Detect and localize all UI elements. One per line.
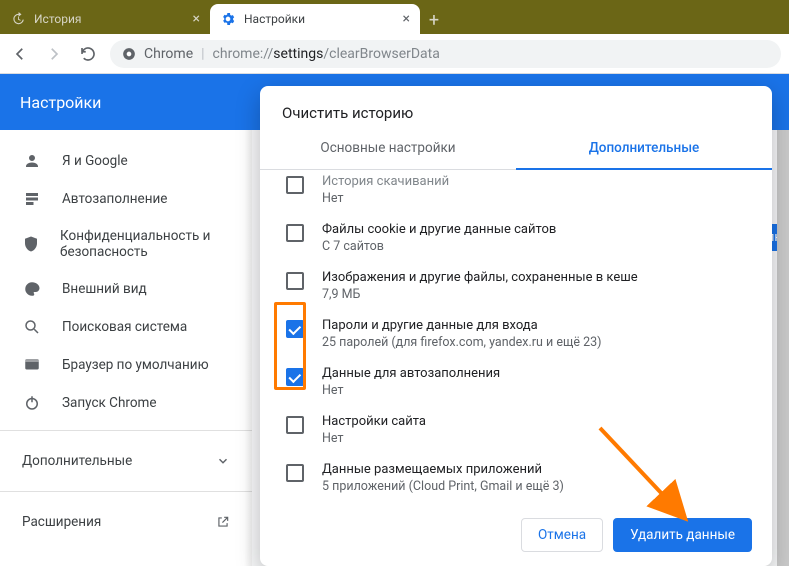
tabstrip: История × Настройки × + — [0, 0, 789, 34]
sidebar-item-search[interactable]: Поисковая система — [0, 308, 252, 346]
chevron-down-icon — [216, 454, 230, 468]
checkbox[interactable] — [286, 224, 304, 242]
checkbox[interactable] — [286, 416, 304, 434]
back-button[interactable] — [8, 42, 32, 66]
sidebar-item-label: Конфиденциальность и безопасность — [60, 228, 230, 260]
shield-icon — [22, 235, 40, 253]
dialog-footer: Отмена Удалить данные — [260, 504, 772, 566]
dialog-tabs: Основные настройки Дополнительные — [260, 128, 772, 170]
external-link-icon — [216, 515, 230, 529]
sidebar-item-privacy[interactable]: Конфиденциальность и безопасность — [0, 218, 252, 270]
sidebar-extensions[interactable]: Расширения — [0, 500, 252, 544]
option-site-settings[interactable]: Настройки сайта Нет — [280, 406, 752, 454]
tab-label: Настройки — [244, 12, 305, 26]
confirm-button[interactable]: Удалить данные — [613, 518, 752, 552]
option-sub: С 7 сайтов — [322, 239, 556, 254]
checkbox[interactable] — [286, 368, 304, 386]
option-sub: 7,9 МБ — [322, 287, 638, 302]
history-icon — [10, 11, 26, 27]
sidebar-item-label: Поисковая система — [62, 319, 187, 335]
sidebar-item-startup[interactable]: Запуск Chrome — [0, 384, 252, 422]
search-icon — [22, 318, 42, 336]
reload-button[interactable] — [76, 42, 100, 66]
browser-icon — [22, 356, 42, 374]
palette-icon — [22, 280, 42, 298]
close-icon[interactable]: × — [403, 11, 410, 27]
option-download-history[interactable]: История скачиваний Нет — [280, 170, 752, 214]
option-title: Данные размещаемых приложений — [322, 462, 564, 477]
sidebar: Я и Google Автозаполнение Конфиденциальн… — [0, 130, 252, 566]
sidebar-advanced-toggle[interactable]: Дополнительные — [0, 439, 252, 483]
cancel-button[interactable]: Отмена — [521, 518, 603, 552]
forward-button[interactable] — [42, 42, 66, 66]
sidebar-item-appearance[interactable]: Внешний вид — [0, 270, 252, 308]
option-passwords[interactable]: Пароли и другие данные для входа 25 паро… — [280, 310, 752, 358]
tab-label: История — [34, 12, 81, 26]
option-title: Пароли и другие данные для входа — [322, 318, 602, 333]
divider — [0, 491, 252, 492]
option-title: История скачиваний — [322, 174, 449, 189]
clear-data-dialog: Очистить историю Основные настройки Допо… — [260, 86, 772, 566]
new-tab-button[interactable]: + — [420, 6, 448, 34]
tab-settings[interactable]: Настройки × — [210, 4, 420, 34]
option-sub: 25 паролей (для firefox.com, yandex.ru и… — [322, 335, 602, 350]
dialog-title: Очистить историю — [260, 86, 772, 128]
option-sub: Нет — [322, 431, 426, 446]
power-icon — [22, 394, 42, 412]
tab-history[interactable]: История × — [0, 4, 210, 34]
sidebar-item-label: Я и Google — [62, 153, 128, 169]
divider — [0, 430, 252, 431]
sidebar-item-label: Запуск Chrome — [62, 395, 157, 411]
sidebar-item-label: Браузер по умолчанию — [62, 357, 209, 373]
close-icon[interactable]: × — [193, 11, 200, 27]
separator: | — [201, 46, 204, 62]
option-title: Изображения и другие файлы, сохраненные … — [322, 270, 638, 285]
checkbox[interactable] — [286, 176, 304, 194]
sidebar-item-label: Внешний вид — [62, 281, 147, 297]
browser-toolbar: Chrome | chrome://settings/clearBrowserD… — [0, 34, 789, 74]
person-icon — [22, 152, 42, 170]
chrome-icon — [122, 47, 136, 61]
sidebar-advanced-label: Дополнительные — [22, 453, 132, 469]
url-text: chrome://settings/clearBrowserData — [213, 46, 440, 62]
autofill-icon — [22, 190, 42, 208]
option-sub: Нет — [322, 191, 449, 206]
option-title: Данные для автозаполнения — [322, 366, 500, 381]
option-autofill[interactable]: Данные для автозаполнения Нет — [280, 358, 752, 406]
sidebar-item-default-browser[interactable]: Браузер по умолчанию — [0, 346, 252, 384]
sidebar-item-autofill[interactable]: Автозаполнение — [0, 180, 252, 218]
option-title: Файлы cookie и другие данные сайтов — [322, 222, 556, 237]
option-hosted-apps[interactable]: Данные размещаемых приложений 5 приложен… — [280, 454, 752, 502]
checkbox[interactable] — [286, 272, 304, 290]
tab-advanced[interactable]: Дополнительные — [516, 128, 772, 170]
checkbox[interactable] — [286, 320, 304, 338]
option-cookies[interactable]: Файлы cookie и другие данные сайтов С 7 … — [280, 214, 752, 262]
sidebar-item-label: Автозаполнение — [62, 191, 167, 207]
sidebar-item-you-and-google[interactable]: Я и Google — [0, 142, 252, 180]
option-sub: Нет — [322, 383, 500, 398]
sidebar-extensions-label: Расширения — [22, 514, 101, 530]
checkbox[interactable] — [286, 464, 304, 482]
page-title: Настройки — [20, 93, 101, 112]
omnibox[interactable]: Chrome | chrome://settings/clearBrowserD… — [110, 40, 781, 68]
option-cache[interactable]: Изображения и другие файлы, сохраненные … — [280, 262, 752, 310]
gear-icon — [220, 11, 236, 27]
tab-basic[interactable]: Основные настройки — [260, 128, 516, 170]
option-title: Настройки сайта — [322, 414, 426, 429]
dialog-body[interactable]: История скачиваний Нет Файлы cookie и др… — [260, 170, 772, 504]
url-icon-label: Chrome — [144, 46, 193, 62]
option-sub: 5 приложений (Cloud Print, Gmail и ещё 3… — [322, 479, 564, 494]
